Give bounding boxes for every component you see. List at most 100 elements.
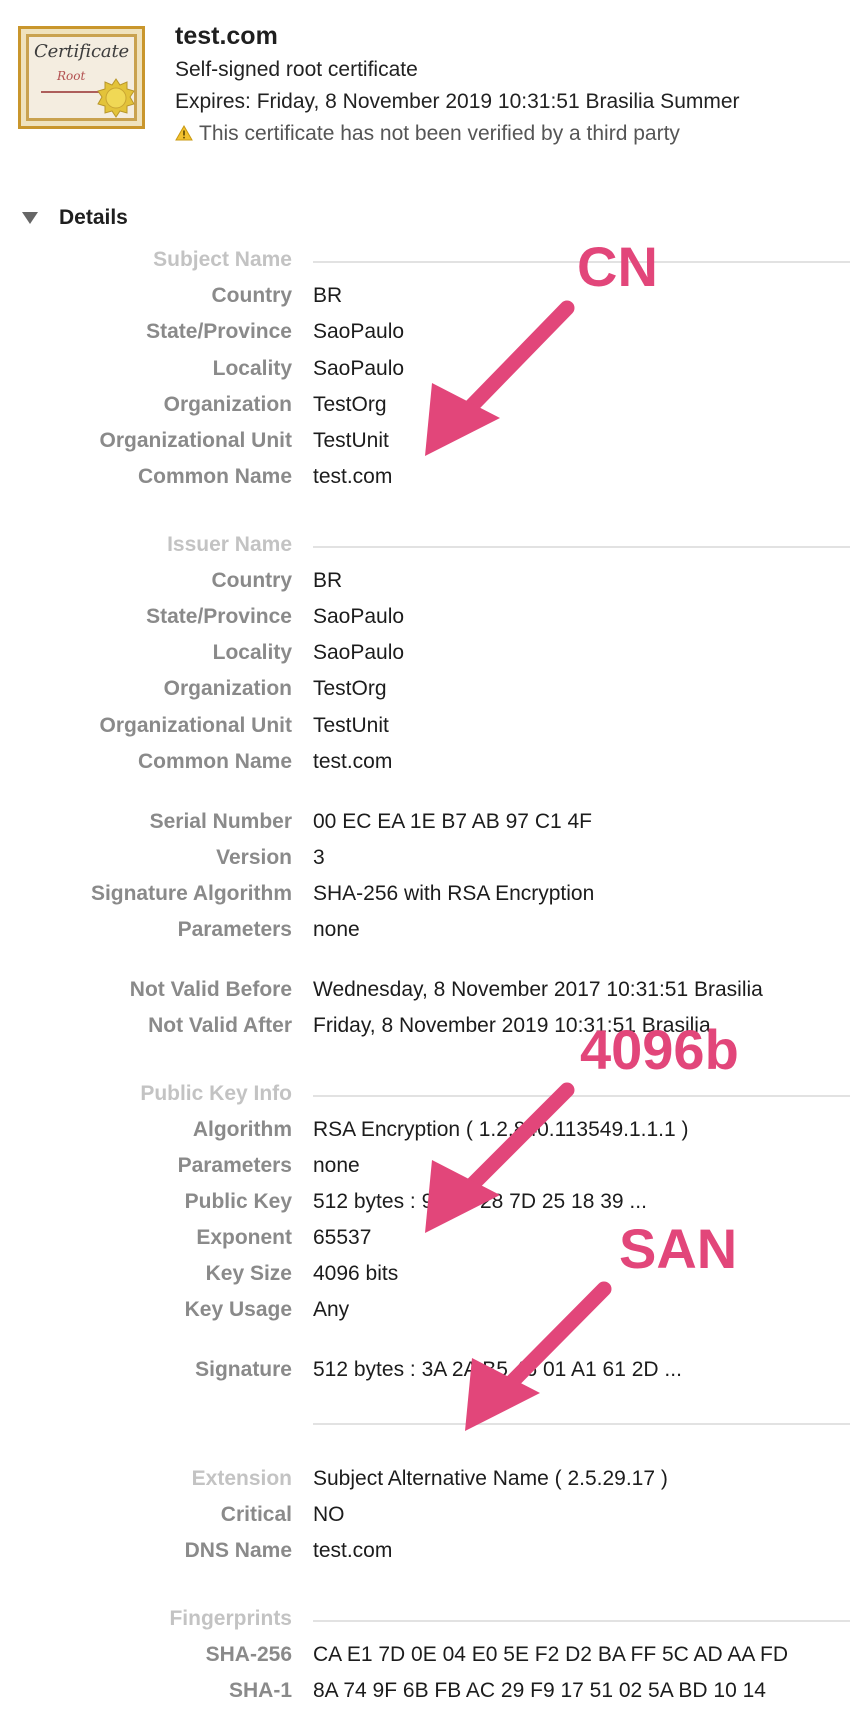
- row-value: Wednesday, 8 November 2017 10:31:51 Bras…: [313, 978, 763, 1001]
- row-key: Extension: [191, 1467, 292, 1490]
- certificate-header: Certificate Root test.com Self-signed ro…: [0, 0, 866, 170]
- fingerprints-section: Fingerprints: [0, 1607, 866, 1641]
- detail-row: Common Name test.com: [0, 465, 866, 499]
- row-key: Key Size: [205, 1262, 292, 1285]
- row-value: Any: [313, 1298, 350, 1321]
- row-value: 65537: [313, 1226, 372, 1249]
- row-value: test.com: [313, 465, 393, 488]
- row-value: 512 bytes : 96 40 28 7D 25 18 39 ...: [313, 1190, 647, 1213]
- row-value: test.com: [313, 1539, 393, 1562]
- detail-row: State/Province SaoPaulo: [0, 605, 866, 639]
- issuer-name-section: Issuer Name: [0, 533, 866, 567]
- details-disclosure[interactable]: Details: [22, 206, 128, 230]
- section-label: Issuer Name: [167, 533, 292, 556]
- section-label: Public Key Info: [140, 1082, 292, 1105]
- detail-row: SHA-1 8A 74 9F 6B FB AC 29 F9 17 51 02 5…: [0, 1679, 866, 1713]
- row-key: Organizational Unit: [99, 714, 292, 737]
- row-value: 4096 bits: [313, 1262, 399, 1285]
- row-key: Locality: [212, 641, 292, 664]
- row-key: Signature Algorithm: [90, 882, 292, 905]
- row-key: Parameters: [177, 1154, 292, 1177]
- row-value: SaoPaulo: [313, 320, 405, 343]
- details-label: Details: [59, 206, 128, 229]
- row-value: TestOrg: [313, 393, 387, 416]
- row-key: State/Province: [146, 605, 292, 628]
- row-value: BR: [313, 569, 343, 592]
- row-key: SHA-1: [228, 1679, 292, 1702]
- certificate-subtitle: Self-signed root certificate: [175, 58, 418, 81]
- section-label: Subject Name: [153, 248, 292, 271]
- certificate-title: test.com: [175, 22, 278, 50]
- row-key: Critical: [220, 1503, 292, 1526]
- detail-row: Parameters none: [0, 918, 866, 952]
- detail-row: Common Name test.com: [0, 750, 866, 784]
- detail-row: Not Valid Before Wednesday, 8 November 2…: [0, 978, 866, 1012]
- detail-row: Serial Number 00 EC EA 1E B7 AB 97 C1 4F: [0, 810, 866, 844]
- detail-row: Signature Algorithm SHA-256 with RSA Enc…: [0, 882, 866, 916]
- row-value: TestUnit: [313, 429, 389, 452]
- detail-row: Algorithm RSA Encryption ( 1.2.840.11354…: [0, 1118, 866, 1152]
- disclosure-triangle-icon[interactable]: [22, 212, 38, 224]
- detail-row: Locality SaoPaulo: [0, 357, 866, 391]
- certificate-expiry: Expires: Friday, 8 November 2019 10:31:5…: [175, 90, 740, 113]
- row-value: SHA-256 with RSA Encryption: [313, 882, 595, 905]
- row-key: Exponent: [196, 1226, 292, 1249]
- detail-row: Signature 512 bytes : 3A 2A B5 46 01 A1 …: [0, 1358, 866, 1392]
- row-value: BR: [313, 284, 343, 307]
- row-key: Signature: [195, 1358, 292, 1381]
- row-value: RSA Encryption ( 1.2.840.113549.1.1.1 ): [313, 1118, 689, 1141]
- detail-row: Country BR: [0, 569, 866, 603]
- public-key-section: Public Key Info: [0, 1082, 866, 1116]
- certificate-ribbon: [41, 91, 103, 93]
- row-value: TestUnit: [313, 714, 389, 737]
- section-divider: [313, 1095, 850, 1097]
- detail-row: Locality SaoPaulo: [0, 641, 866, 675]
- row-key: Organization: [163, 677, 292, 700]
- certificate-icon: Certificate Root: [18, 26, 145, 129]
- row-key: Parameters: [177, 918, 292, 941]
- section-divider: [313, 546, 850, 548]
- row-key: Key Usage: [184, 1298, 292, 1321]
- row-value: SaoPaulo: [313, 641, 405, 664]
- annotation-cn: CN: [577, 235, 658, 298]
- row-key: Organizational Unit: [99, 429, 292, 452]
- row-key: Country: [211, 284, 293, 307]
- row-value: none: [313, 918, 360, 941]
- row-value: 8A 74 9F 6B FB AC 29 F9 17 51 02 5A BD 1…: [313, 1679, 766, 1702]
- verification-warning: This certificate has not been verified b…: [175, 122, 680, 147]
- section-divider: [313, 1423, 850, 1425]
- seal-icon: [97, 78, 135, 118]
- row-key: Locality: [212, 357, 292, 380]
- detail-row: Parameters none: [0, 1154, 866, 1188]
- row-value: SaoPaulo: [313, 605, 405, 628]
- row-value: 512 bytes : 3A 2A B5 46 01 A1 61 2D ...: [313, 1358, 682, 1381]
- subject-name-section: Subject Name: [0, 248, 866, 282]
- row-value: none: [313, 1154, 360, 1177]
- row-value: NO: [313, 1503, 345, 1526]
- row-value: 00 EC EA 1E B7 AB 97 C1 4F: [313, 810, 592, 833]
- row-key: Common Name: [137, 750, 292, 773]
- row-key: Version: [216, 846, 292, 869]
- detail-row: Critical NO: [0, 1503, 866, 1537]
- annotation-san: SAN: [619, 1217, 738, 1280]
- detail-row: Extension Subject Alternative Name ( 2.5…: [0, 1467, 866, 1501]
- detail-row: Country BR: [0, 284, 866, 318]
- row-key: Not Valid Before: [129, 978, 292, 1001]
- row-key: Common Name: [137, 465, 292, 488]
- certificate-icon-subtext: Root: [57, 69, 86, 83]
- certificate-icon-text: Certificate: [34, 41, 129, 62]
- detail-row: Organizational Unit TestUnit: [0, 429, 866, 463]
- row-value: SaoPaulo: [313, 357, 405, 380]
- row-key: State/Province: [146, 320, 292, 343]
- row-key: SHA-256: [205, 1643, 292, 1666]
- row-value: 3: [313, 846, 325, 869]
- row-key: Not Valid After: [148, 1014, 292, 1037]
- annotation-keysize: 4096b: [580, 1018, 739, 1081]
- verification-warning-text: This certificate has not been verified b…: [199, 122, 680, 145]
- section-divider: [313, 1620, 850, 1622]
- detail-row: Key Usage Any: [0, 1298, 866, 1332]
- row-key: Public Key: [184, 1190, 292, 1213]
- row-value: test.com: [313, 750, 393, 773]
- detail-row: Organization TestOrg: [0, 677, 866, 711]
- detail-row: Organizational Unit TestUnit: [0, 714, 866, 748]
